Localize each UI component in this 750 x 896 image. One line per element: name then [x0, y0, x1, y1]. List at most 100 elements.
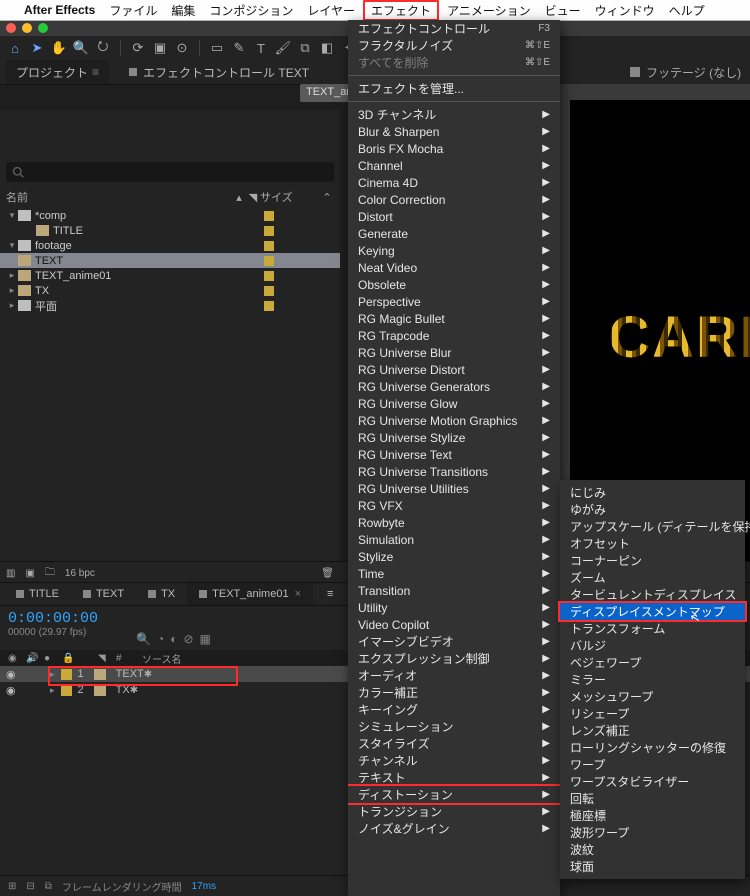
col-size[interactable]: サイズ: [260, 189, 320, 205]
home-icon[interactable]: ⌂: [6, 41, 24, 56]
submenu-item[interactable]: にじみ: [560, 484, 745, 501]
menu-item[interactable]: Generate▶: [348, 225, 560, 242]
submenu-item[interactable]: オフセット: [560, 535, 745, 552]
submenu-item[interactable]: アップスケール (ディテールを保持): [560, 518, 745, 535]
toggle-in-out-icon[interactable]: ⧉: [45, 881, 52, 892]
sort-icon[interactable]: ▴: [232, 191, 246, 204]
menu-item[interactable]: RG Magic Bullet▶: [348, 310, 560, 327]
timecode-block[interactable]: 0:00:00:00 00000 (29.97 fps): [0, 606, 136, 650]
disclosure-arrow-icon[interactable]: ▸: [50, 685, 55, 696]
submenu-item[interactable]: ディスプレイスメントマップ: [560, 603, 745, 620]
tab-overflow-icon[interactable]: ≡: [327, 588, 333, 600]
disclosure-arrow-icon[interactable]: ▸: [6, 270, 18, 281]
toggle-switches-icon[interactable]: ⊞: [8, 881, 16, 892]
project-item[interactable]: ▸TEXT_anime01: [0, 268, 340, 283]
timeline-tab[interactable]: TX: [136, 583, 187, 605]
menu-item[interactable]: RG Trapcode▶: [348, 327, 560, 344]
anchor-tool-icon[interactable]: ⊙: [173, 40, 191, 56]
menu-item[interactable]: エフェクトを管理...: [348, 80, 560, 97]
disclosure-arrow-icon[interactable]: ▸: [6, 285, 18, 296]
label-color-icon[interactable]: [264, 271, 274, 281]
submenu-item[interactable]: ローリングシャッターの修復: [560, 739, 745, 756]
menubar-item[interactable]: ビュー: [545, 2, 581, 19]
menu-item[interactable]: スタイライズ▶: [348, 735, 560, 752]
timeline-tab[interactable]: TEXT_anime01×: [187, 583, 313, 605]
menu-item[interactable]: Time▶: [348, 565, 560, 582]
menu-item[interactable]: RG Universe Generators▶: [348, 378, 560, 395]
timeline-tab[interactable]: TEXT: [71, 583, 136, 605]
label-color-icon[interactable]: [264, 211, 274, 221]
project-item[interactable]: TITLE: [0, 223, 340, 238]
menu-item[interactable]: イマーシブビデオ▶: [348, 633, 560, 650]
submenu-item[interactable]: ズーム: [560, 569, 745, 586]
menu-item[interactable]: RG Universe Glow▶: [348, 395, 560, 412]
menu-item[interactable]: Cinema 4D▶: [348, 174, 560, 191]
menubar-item[interactable]: アニメーション: [447, 2, 531, 19]
menubar-item[interactable]: ヘルプ: [669, 2, 705, 19]
menu-item[interactable]: Perspective▶: [348, 293, 560, 310]
disclosure-arrow-icon[interactable]: ▸: [6, 300, 18, 311]
bpc-label[interactable]: 16 bpc: [65, 568, 95, 579]
zoom-tool-icon[interactable]: 🔍: [72, 40, 90, 56]
tab-effect-controls[interactable]: エフェクトコントロール TEXT: [119, 60, 319, 84]
menu-item[interactable]: Video Copilot▶: [348, 616, 560, 633]
menubar-item[interactable]: ウィンドウ: [595, 2, 655, 19]
project-item[interactable]: ▸TEXT: [0, 253, 340, 268]
col-tag-icon[interactable]: ◥: [246, 191, 260, 204]
project-item[interactable]: ▾footage: [0, 238, 340, 253]
menu-item[interactable]: トランジション▶: [348, 803, 560, 820]
submenu-item[interactable]: リシェープ: [560, 705, 745, 722]
project-search[interactable]: [6, 162, 334, 182]
label-color-icon[interactable]: [61, 685, 72, 696]
toggle-modes-icon[interactable]: ⊟: [26, 881, 34, 892]
submenu-item[interactable]: 極座標: [560, 807, 745, 824]
menu-item[interactable]: RG Universe Text▶: [348, 446, 560, 463]
col-name[interactable]: 名前: [6, 189, 232, 205]
project-item[interactable]: ▾*comp: [0, 208, 340, 223]
eraser-tool-icon[interactable]: ◧: [318, 40, 336, 56]
menu-item[interactable]: チャンネル▶: [348, 752, 560, 769]
menu-item[interactable]: Transition▶: [348, 582, 560, 599]
submenu-item[interactable]: コーナーピン: [560, 552, 745, 569]
menu-item[interactable]: Rowbyte▶: [348, 514, 560, 531]
label-color-icon[interactable]: [264, 241, 274, 251]
menu-item[interactable]: RG Universe Utilities▶: [348, 480, 560, 497]
type-tool-icon[interactable]: T: [252, 41, 270, 56]
brush-tool-icon[interactable]: 🖌: [274, 40, 292, 56]
solo-icon[interactable]: ◐: [170, 632, 177, 646]
submenu-item[interactable]: 波紋: [560, 841, 745, 858]
rect-tool-icon[interactable]: ▭: [208, 40, 226, 56]
menu-item[interactable]: キーイング▶: [348, 701, 560, 718]
project-item[interactable]: ▸TX: [0, 283, 340, 298]
disclosure-arrow-icon[interactable]: ▸: [6, 255, 18, 266]
close-tab-icon[interactable]: ×: [295, 588, 301, 600]
menu-item[interactable]: RG VFX▶: [348, 497, 560, 514]
minimize-window-icon[interactable]: [22, 23, 32, 33]
menu-item[interactable]: ディストーション▶: [348, 786, 560, 803]
menu-item[interactable]: エフェクトコントロールF3: [348, 20, 560, 37]
search-icon[interactable]: 🔍: [136, 632, 151, 646]
menu-item[interactable]: Color Correction▶: [348, 191, 560, 208]
label-color-icon[interactable]: [264, 286, 274, 296]
menu-item[interactable]: RG Universe Distort▶: [348, 361, 560, 378]
hand-tool-icon[interactable]: ✋: [50, 40, 68, 56]
trash-icon[interactable]: 🗑: [321, 568, 334, 579]
visibility-eye-icon[interactable]: ◉: [6, 668, 20, 681]
menu-item[interactable]: Channel▶: [348, 157, 560, 174]
project-item[interactable]: ▸平面: [0, 298, 340, 313]
submenu-item[interactable]: レンズ補正: [560, 722, 745, 739]
timeline-tab[interactable]: TITLE: [4, 583, 71, 605]
menu-item[interactable]: カラー補正▶: [348, 684, 560, 701]
submenu-item[interactable]: 波形ワープ: [560, 824, 745, 841]
menu-item[interactable]: テキスト▶: [348, 769, 560, 786]
menu-item[interactable]: Utility▶: [348, 599, 560, 616]
submenu-item[interactable]: バルジ: [560, 637, 745, 654]
menu-item[interactable]: Simulation▶: [348, 531, 560, 548]
label-color-icon[interactable]: [61, 669, 72, 680]
new-folder-icon[interactable]: 🗀: [45, 565, 55, 582]
shy-icon[interactable]: ◔: [157, 632, 164, 646]
menu-item[interactable]: ノイズ&グレイン▶: [348, 820, 560, 837]
menubar-item[interactable]: 編集: [171, 2, 195, 19]
new-bin-icon[interactable]: ▥: [6, 568, 15, 579]
submenu-item[interactable]: ワープスタビライザー: [560, 773, 745, 790]
